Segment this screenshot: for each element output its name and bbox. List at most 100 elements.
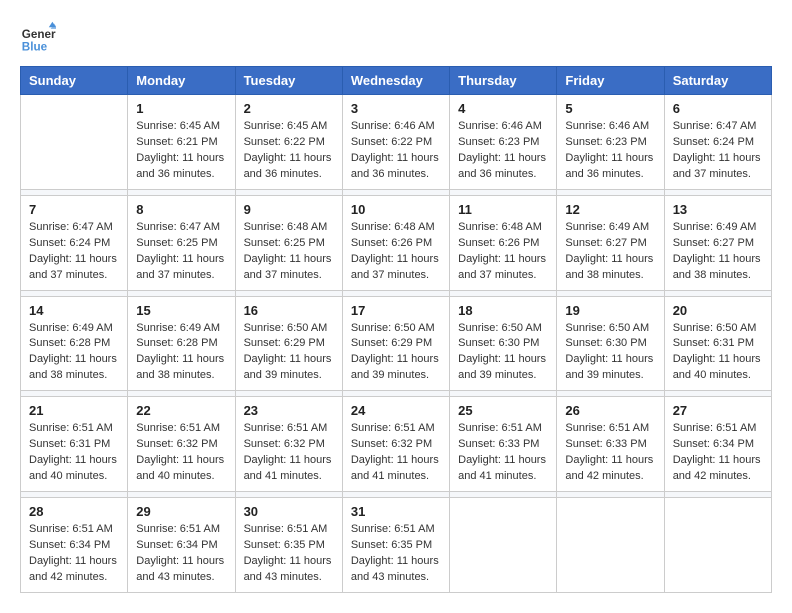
day-info: Sunrise: 6:51 AM Sunset: 6:34 PM Dayligh…: [136, 522, 226, 586]
calendar-cell: 14 Sunrise: 6:49 AM Sunset: 6:28 PM Dayli…: [21, 296, 128, 391]
calendar-cell: 20Sunrise: 6:50 AM Sunset: 6:31 PM Dayli…: [664, 296, 771, 391]
day-number: 16: [244, 303, 334, 318]
day-number: 9: [244, 202, 334, 217]
day-info: Sunrise: 6:51 AM Sunset: 6:32 PM Dayligh…: [244, 421, 334, 485]
day-info: Sunrise: 6:45 AM Sunset: 6:22 PM Dayligh…: [244, 119, 334, 183]
calendar-cell: 2 Sunrise: 6:45 AM Sunset: 6:22 PM Daylig…: [235, 95, 342, 190]
calendar-cell: 18 Sunrise: 6:50 AM Sunset: 6:30 PM Dayli…: [450, 296, 557, 391]
day-number: 4: [458, 101, 548, 116]
header-monday: Monday: [128, 67, 235, 95]
day-info: Sunrise: 6:49 AM Sunset: 6:27 PM Dayligh…: [673, 220, 763, 284]
day-number: 27: [673, 403, 763, 418]
day-info: Sunrise: 6:47 AM Sunset: 6:25 PM Dayligh…: [136, 220, 226, 284]
day-number: 7: [29, 202, 119, 217]
day-info: Sunrise: 6:51 AM Sunset: 6:32 PM Dayligh…: [351, 421, 441, 485]
day-info: Sunrise: 6:49 AM Sunset: 6:28 PM Dayligh…: [136, 321, 226, 385]
calendar-cell: 10 Sunrise: 6:48 AM Sunset: 6:26 PM Dayli…: [342, 195, 449, 290]
calendar-week-row: 28 Sunrise: 6:51 AM Sunset: 6:34 PM Dayli…: [21, 498, 772, 593]
calendar-cell: 16Sunrise: 6:50 AM Sunset: 6:29 PM Dayli…: [235, 296, 342, 391]
calendar-table: SundayMondayTuesdayWednesdayThursdayFrid…: [20, 66, 772, 593]
day-number: 21: [29, 403, 119, 418]
calendar-cell: 28 Sunrise: 6:51 AM Sunset: 6:34 PM Dayli…: [21, 498, 128, 593]
calendar-cell: 8 Sunrise: 6:47 AM Sunset: 6:25 PM Daylig…: [128, 195, 235, 290]
calendar-cell: 4 Sunrise: 6:46 AM Sunset: 6:23 PM Daylig…: [450, 95, 557, 190]
calendar-cell: 24 Sunrise: 6:51 AM Sunset: 6:32 PM Dayli…: [342, 397, 449, 492]
day-number: 18: [458, 303, 548, 318]
day-number: 8: [136, 202, 226, 217]
calendar-cell: 12 Sunrise: 6:49 AM Sunset: 6:27 PM Dayli…: [557, 195, 664, 290]
day-info: Sunrise: 6:50 AM Sunset: 6:29 PM Dayligh…: [351, 321, 441, 385]
calendar-cell: 19 Sunrise: 6:50 AM Sunset: 6:30 PM Dayli…: [557, 296, 664, 391]
calendar-cell: 7Sunrise: 6:47 AM Sunset: 6:24 PM Daylig…: [21, 195, 128, 290]
logo-icon: General Blue: [20, 20, 56, 56]
day-info: Sunrise: 6:51 AM Sunset: 6:33 PM Dayligh…: [565, 421, 655, 485]
calendar-cell: 15 Sunrise: 6:49 AM Sunset: 6:28 PM Dayli…: [128, 296, 235, 391]
day-number: 29: [136, 504, 226, 519]
calendar-header-row: SundayMondayTuesdayWednesdayThursdayFrid…: [21, 67, 772, 95]
day-number: 3: [351, 101, 441, 116]
page-header: General Blue: [20, 20, 772, 56]
calendar-cell: 5Sunrise: 6:46 AM Sunset: 6:23 PM Daylig…: [557, 95, 664, 190]
calendar-cell: 11Sunrise: 6:48 AM Sunset: 6:26 PM Dayli…: [450, 195, 557, 290]
day-number: 14: [29, 303, 119, 318]
calendar-week-row: 1 Sunrise: 6:45 AM Sunset: 6:21 PM Daylig…: [21, 95, 772, 190]
day-number: 23: [244, 403, 334, 418]
calendar-cell: 17Sunrise: 6:50 AM Sunset: 6:29 PM Dayli…: [342, 296, 449, 391]
calendar-cell: [557, 498, 664, 593]
day-info: Sunrise: 6:51 AM Sunset: 6:34 PM Dayligh…: [673, 421, 763, 485]
day-number: 25: [458, 403, 548, 418]
calendar-cell: 3 Sunrise: 6:46 AM Sunset: 6:22 PM Daylig…: [342, 95, 449, 190]
calendar-week-row: 21 Sunrise: 6:51 AM Sunset: 6:31 PM Dayli…: [21, 397, 772, 492]
day-number: 6: [673, 101, 763, 116]
calendar-cell: 30 Sunrise: 6:51 AM Sunset: 6:35 PM Dayli…: [235, 498, 342, 593]
day-info: Sunrise: 6:45 AM Sunset: 6:21 PM Dayligh…: [136, 119, 226, 183]
day-number: 22: [136, 403, 226, 418]
calendar-cell: [664, 498, 771, 593]
calendar-cell: 27 Sunrise: 6:51 AM Sunset: 6:34 PM Dayli…: [664, 397, 771, 492]
day-number: 30: [244, 504, 334, 519]
calendar-cell: 31Sunrise: 6:51 AM Sunset: 6:35 PM Dayli…: [342, 498, 449, 593]
day-number: 2: [244, 101, 334, 116]
header-wednesday: Wednesday: [342, 67, 449, 95]
day-info: Sunrise: 6:50 AM Sunset: 6:30 PM Dayligh…: [565, 321, 655, 385]
calendar-cell: 1 Sunrise: 6:45 AM Sunset: 6:21 PM Daylig…: [128, 95, 235, 190]
day-info: Sunrise: 6:49 AM Sunset: 6:28 PM Dayligh…: [29, 321, 119, 385]
calendar-cell: 21 Sunrise: 6:51 AM Sunset: 6:31 PM Dayli…: [21, 397, 128, 492]
day-info: Sunrise: 6:46 AM Sunset: 6:22 PM Dayligh…: [351, 119, 441, 183]
calendar-cell: [450, 498, 557, 593]
calendar-cell: 9 Sunrise: 6:48 AM Sunset: 6:25 PM Daylig…: [235, 195, 342, 290]
day-info: Sunrise: 6:48 AM Sunset: 6:26 PM Dayligh…: [458, 220, 548, 284]
day-info: Sunrise: 6:51 AM Sunset: 6:31 PM Dayligh…: [29, 421, 119, 485]
logo: General Blue: [20, 20, 60, 56]
day-number: 15: [136, 303, 226, 318]
svg-text:General: General: [22, 28, 56, 41]
calendar-cell: 13Sunrise: 6:49 AM Sunset: 6:27 PM Dayli…: [664, 195, 771, 290]
header-tuesday: Tuesday: [235, 67, 342, 95]
svg-text:Blue: Blue: [22, 41, 48, 54]
day-info: Sunrise: 6:46 AM Sunset: 6:23 PM Dayligh…: [565, 119, 655, 183]
calendar-week-row: 7Sunrise: 6:47 AM Sunset: 6:24 PM Daylig…: [21, 195, 772, 290]
day-number: 10: [351, 202, 441, 217]
day-info: Sunrise: 6:51 AM Sunset: 6:35 PM Dayligh…: [244, 522, 334, 586]
day-number: 12: [565, 202, 655, 217]
day-info: Sunrise: 6:46 AM Sunset: 6:23 PM Dayligh…: [458, 119, 548, 183]
day-info: Sunrise: 6:48 AM Sunset: 6:26 PM Dayligh…: [351, 220, 441, 284]
day-number: 19: [565, 303, 655, 318]
day-number: 24: [351, 403, 441, 418]
day-info: Sunrise: 6:48 AM Sunset: 6:25 PM Dayligh…: [244, 220, 334, 284]
day-number: 20: [673, 303, 763, 318]
calendar-week-row: 14 Sunrise: 6:49 AM Sunset: 6:28 PM Dayli…: [21, 296, 772, 391]
day-number: 28: [29, 504, 119, 519]
day-info: Sunrise: 6:50 AM Sunset: 6:30 PM Dayligh…: [458, 321, 548, 385]
day-info: Sunrise: 6:49 AM Sunset: 6:27 PM Dayligh…: [565, 220, 655, 284]
day-info: Sunrise: 6:51 AM Sunset: 6:34 PM Dayligh…: [29, 522, 119, 586]
day-number: 1: [136, 101, 226, 116]
day-info: Sunrise: 6:51 AM Sunset: 6:32 PM Dayligh…: [136, 421, 226, 485]
day-info: Sunrise: 6:51 AM Sunset: 6:33 PM Dayligh…: [458, 421, 548, 485]
calendar-cell: 26Sunrise: 6:51 AM Sunset: 6:33 PM Dayli…: [557, 397, 664, 492]
day-info: Sunrise: 6:51 AM Sunset: 6:35 PM Dayligh…: [351, 522, 441, 586]
calendar-cell: 25 Sunrise: 6:51 AM Sunset: 6:33 PM Dayli…: [450, 397, 557, 492]
day-info: Sunrise: 6:47 AM Sunset: 6:24 PM Dayligh…: [673, 119, 763, 183]
calendar-cell: 6 Sunrise: 6:47 AM Sunset: 6:24 PM Daylig…: [664, 95, 771, 190]
calendar-cell: 29 Sunrise: 6:51 AM Sunset: 6:34 PM Dayli…: [128, 498, 235, 593]
